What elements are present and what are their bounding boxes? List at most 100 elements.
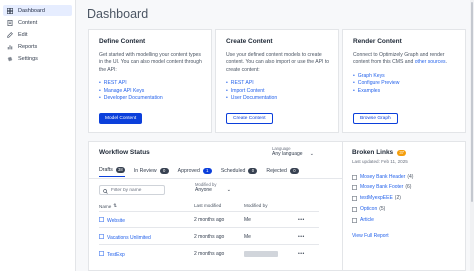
create-content-card: Create Content Use your defined content …	[215, 29, 339, 133]
page-title: Dashboard	[87, 7, 149, 21]
divider	[99, 244, 319, 245]
sidebar-item-label: Dashboard	[18, 7, 45, 14]
examples-link[interactable]: Examples	[353, 88, 457, 96]
row-name-link[interactable]: Website	[107, 218, 125, 224]
card-links: REST API Import Content User Documentati…	[226, 80, 330, 103]
broken-links-count-badge: 37	[397, 149, 407, 156]
sidebar-item-dashboard[interactable]: Dashboard	[3, 5, 72, 16]
view-full-report-link[interactable]: View Full Report	[352, 233, 389, 239]
name-column-header[interactable]: Name ⇅	[99, 203, 117, 209]
sidebar-item-reports[interactable]: Reports	[3, 41, 72, 52]
model-content-button[interactable]: Model Content	[99, 113, 143, 124]
row-name-link[interactable]: TestExp	[107, 252, 125, 258]
row-last-modified: 2 months ago	[194, 234, 225, 240]
broken-links-title: Broken Links	[352, 149, 394, 156]
more-options-icon[interactable]: •••	[298, 217, 305, 223]
modified-by-column-header: Modified by	[244, 203, 268, 208]
broken-link-item[interactable]: Mosey Bank Header (4)	[352, 174, 413, 180]
sidebar-item-label: Settings	[18, 55, 38, 62]
more-options-icon[interactable]: •••	[298, 234, 305, 240]
row-modified-by: Me	[244, 234, 251, 240]
modified-by-value: Anyone	[195, 187, 212, 193]
tab-approved[interactable]: Approved 1	[178, 167, 212, 177]
page-icon	[352, 195, 357, 201]
broken-link-item[interactable]: Mosey Bank Footer (6)	[352, 184, 411, 190]
developer-docs-link[interactable]: Developer Documentation	[99, 95, 203, 103]
card-links: REST API Manage API Keys Developer Docum…	[99, 80, 203, 103]
sidebar-item-label: Edit	[18, 31, 28, 38]
divider	[99, 227, 319, 228]
rest-api-link[interactable]: REST API	[226, 80, 330, 88]
page-icon	[352, 217, 357, 223]
page-icon	[352, 174, 357, 180]
sidebar-item-settings[interactable]: Settings	[3, 53, 72, 64]
page-scrollbar[interactable]	[470, 0, 474, 271]
more-options-icon[interactable]: •••	[298, 251, 305, 257]
chevron-down-icon: ⌄	[226, 187, 231, 193]
card-title: Define Content	[99, 38, 146, 45]
gear-icon	[7, 56, 13, 62]
tab-scheduled[interactable]: Scheduled 0	[221, 167, 258, 177]
card-title: Create Content	[226, 38, 273, 45]
row-name-link[interactable]: Vacations Unlimited	[107, 235, 151, 241]
other-sources-link[interactable]: other sources	[415, 59, 446, 65]
card-description: Connect to Optimizely Graph and render c…	[353, 52, 448, 66]
configure-preview-link[interactable]: Configure Preview	[353, 80, 457, 88]
sidebar-item-label: Reports	[18, 43, 38, 50]
render-content-card: Render Content Connect to Optimizely Gra…	[342, 29, 466, 133]
sidebar-item-edit[interactable]: Edit	[3, 29, 72, 40]
broken-links-card: Broken Links 37 Last updated: Feb 11, 20…	[342, 141, 466, 271]
rest-api-link[interactable]: REST API	[99, 80, 203, 88]
chevron-down-icon: ⌄	[309, 151, 314, 157]
modified-by-select[interactable]: Modified by Anyone ⌄	[195, 182, 231, 193]
search-icon	[103, 181, 108, 199]
page-icon	[99, 234, 104, 241]
workflow-tabs: Drafts 38 In Review 0 Approved 1 Schedul…	[99, 167, 308, 177]
sort-arrow-icon: ⇅	[113, 203, 118, 208]
count-badge: 0	[289, 167, 299, 174]
user-docs-link[interactable]: User Documentation	[226, 95, 330, 103]
manage-api-keys-link[interactable]: Manage API Keys	[99, 88, 203, 96]
filter-search[interactable]	[99, 185, 165, 195]
card-description: Use your defined content models to creat…	[226, 52, 330, 73]
divider	[99, 211, 319, 212]
row-modified-by-redacted	[244, 251, 278, 257]
tab-drafts[interactable]: Drafts 38	[99, 167, 125, 177]
last-updated: Last updated: Feb 11, 2025	[352, 159, 408, 164]
count-badge: 1	[202, 167, 212, 174]
row-last-modified: 2 months ago	[194, 217, 225, 223]
graph-keys-link[interactable]: Graph Keys	[353, 73, 457, 81]
dashboard-icon	[7, 7, 13, 14]
page-icon	[99, 217, 104, 224]
tab-rejected[interactable]: Rejected 0	[266, 167, 299, 177]
reports-icon	[7, 44, 13, 50]
filter-input[interactable]	[111, 187, 165, 193]
tab-in-review[interactable]: In Review 0	[134, 167, 169, 177]
sidebar: Dashboard Content Edit Reports Settings	[0, 0, 76, 271]
count-badge: 38	[115, 167, 125, 173]
card-description: Get started with modelling your content …	[99, 52, 202, 73]
create-content-button[interactable]: Create Content	[226, 113, 273, 124]
sidebar-item-content[interactable]: Content	[3, 17, 72, 28]
page-icon	[352, 206, 357, 212]
page-icon	[99, 251, 104, 258]
workflow-title: Workflow Status	[99, 149, 150, 156]
page-icon	[352, 184, 357, 190]
count-badge: 0	[248, 167, 258, 174]
content-icon	[7, 19, 13, 26]
row-modified-by: Me	[244, 217, 251, 223]
language-value: Any language	[272, 151, 303, 157]
row-last-modified: 2 months ago	[194, 251, 225, 257]
language-select[interactable]: Language Any language ⌄	[272, 146, 314, 157]
main-area: Dashboard Define Content Get started wit…	[76, 0, 474, 271]
broken-link-item[interactable]: Opticon (5)	[352, 206, 385, 212]
card-title: Render Content	[353, 38, 402, 45]
import-content-link[interactable]: Import Content	[226, 88, 330, 96]
edit-icon	[7, 31, 13, 38]
sidebar-item-label: Content	[18, 19, 38, 26]
scrollbar-thumb[interactable]	[471, 2, 473, 202]
broken-link-item[interactable]: testMyexpEEE (2)	[352, 195, 401, 201]
browse-graph-button[interactable]: Browse Graph	[353, 113, 398, 124]
last-modified-column-header: Last modified	[194, 203, 222, 208]
broken-link-item[interactable]: Article	[352, 217, 376, 223]
